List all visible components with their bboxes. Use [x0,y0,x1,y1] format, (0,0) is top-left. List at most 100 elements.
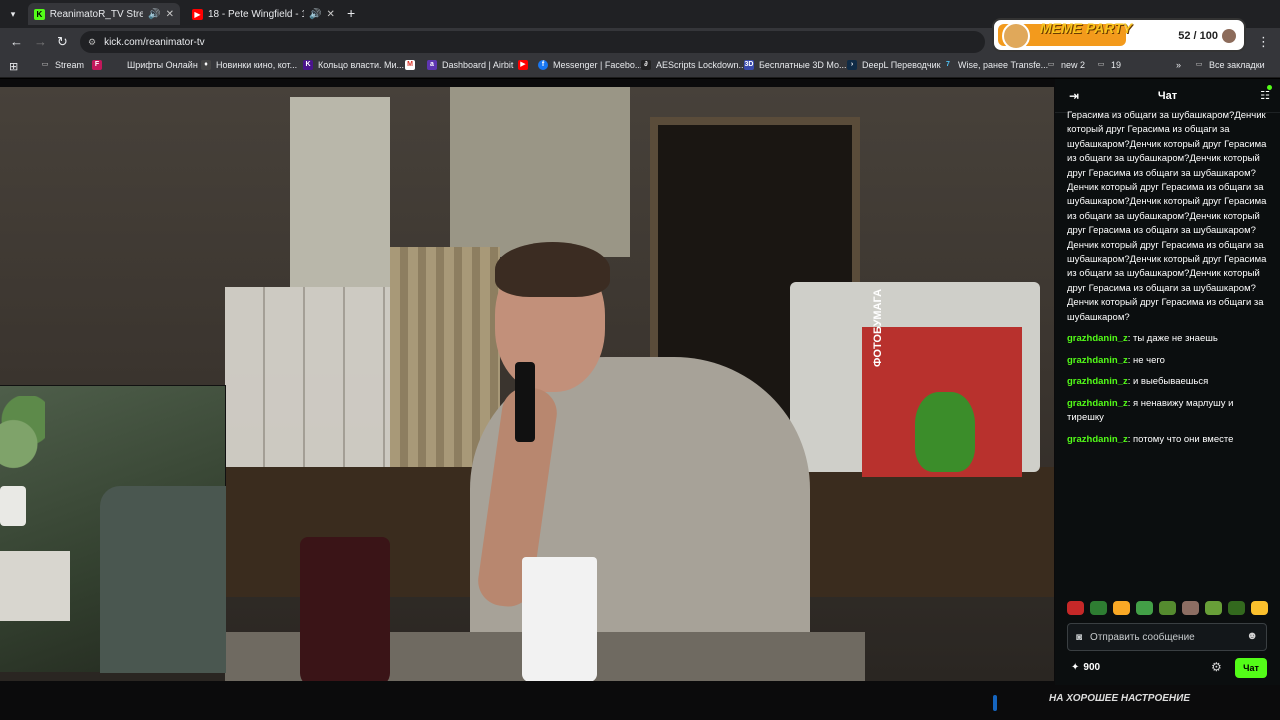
bookmark-label: Stream [55,60,85,70]
bookmark-label: Шрифты Онлайн [127,60,198,70]
bookmarks-bar: ⊞ ▭ Stream F Шрифты Онлайн ♦ Новинки кино,… [0,56,1280,78]
stream-video-player[interactable]: ФОТОБУМАГА [0,87,1054,681]
tab-title: ReanimatoR_TV Stream - W [49,8,144,20]
chat-username[interactable]: grazhdanin_z [1067,398,1128,409]
forward-arrow-icon[interactable]: → [34,34,47,50]
tab-youtube[interactable]: ▶ 18 - Pete Wingfield - 18 W 🔊 ✕ [186,3,342,25]
youtube-icon: ▶ [518,60,528,70]
pip-couch [100,486,226,673]
bookmark-folder-new2[interactable]: ▭ new 2 [1046,60,1085,70]
site-info-icon[interactable]: ⚙ [88,37,96,48]
bookmark-messenger[interactable]: f Messenger | Facebo... [538,60,642,70]
bookmark-label: Бесплатные 3D Мо... [759,60,847,70]
emote-icon[interactable] [1159,601,1176,615]
close-tab-icon[interactable]: ✕ [166,9,174,20]
points-icon: ✦ [1071,662,1080,673]
reload-icon[interactable]: ↻ [57,34,68,50]
chat-message-text: не чего [1132,354,1165,366]
bookmark-all-bookmarks[interactable]: ▭ Все закладки [1194,60,1265,70]
emoji-picker-icon[interactable]: ☻ [1246,630,1258,642]
browser-menu-icon[interactable]: ⋮ [1257,34,1270,50]
video-cabinet [290,97,390,287]
tab-kick-stream[interactable]: K ReanimatoR_TV Stream - W 🔊 ✕ [28,3,180,25]
emote-icon[interactable] [1228,601,1245,615]
apps-grid-icon[interactable]: ⊞ [9,60,18,73]
bookmark-label: Все закладки [1209,60,1265,70]
new-tab-button[interactable]: + [347,5,355,21]
folder-icon: ▭ [1097,61,1105,68]
chat-message-text: ты даже не знаешь [1132,333,1218,345]
bookmark-3d-models[interactable]: 3D Бесплатные 3D Мо... [744,60,847,70]
bookmark-movies[interactable]: ♦ Новинки кино, кот... [201,60,297,70]
close-tab-icon[interactable]: ✕ [326,9,334,20]
chat-users-icon[interactable]: ☷ [1260,89,1270,102]
back-arrow-icon[interactable]: ← [10,34,23,50]
chat-message: grazhdanin_z: я ненавижу марлушу и тиреш… [1067,397,1234,424]
folder-icon: ▭ [1195,61,1203,68]
stream-bottom-banner: НА ХОРОШЕЕ НАСТРОЕНИЕ [0,685,1280,720]
chat-message: grazhdanin_z: потому что они вместе [1067,433,1234,445]
bookmark-airbit[interactable]: a Dashboard | Airbit [427,60,513,70]
chat-settings-gear-icon[interactable]: ⚙ [1211,660,1222,674]
bookmark-fonts-online[interactable]: Шрифты Онлайн [127,60,198,70]
emote-icon[interactable] [1182,601,1199,615]
url-text: kick.com/reanimator-tv [104,36,205,48]
online-indicator [1267,85,1272,90]
fonts-favicon-icon: F [92,60,102,70]
bookmark-aescripts[interactable]: ∂ AEScripts Lockdown... [641,60,746,70]
kick-favicon-icon: K [34,8,45,20]
chat-panel: ⇥ Чат ☷ Герасима из общаги за шубашкаром… [1055,79,1280,685]
chat-username[interactable]: grazhdanin_z [1067,434,1128,445]
send-chat-button[interactable]: Чат [1235,658,1267,678]
chat-username[interactable]: grazhdanin_z [1067,376,1128,387]
tab-title: 18 - Pete Wingfield - 18 W [208,8,304,20]
picture-in-picture-overlay [0,385,226,673]
emote-icon[interactable] [1090,601,1107,615]
bookmark-wise[interactable]: 7 Wise, ранее Transfe... [943,60,1048,70]
bookmark-youtube[interactable]: ▶ [518,60,528,70]
video-person-hair [495,242,610,297]
bookmark-deepl[interactable]: › DeepL Переводчик [847,60,941,70]
bookmark-gmail[interactable]: M [405,60,415,70]
emote-bar [1067,601,1277,617]
emote-icon[interactable] [1067,601,1084,615]
bookmark-label: 19 [1111,60,1122,70]
banner-accent-bar [993,695,997,711]
speaker-icon[interactable]: 🔊 [309,9,321,20]
movie-favicon-icon: ♦ [201,60,211,70]
more-bookmarks-chevron-icon[interactable]: » [1176,60,1181,70]
video-parrot [915,392,975,472]
emote-icon[interactable] [1113,601,1130,615]
points-value: 900 [1083,662,1101,673]
channel-points[interactable]: ✦ 900 [1071,662,1100,673]
bookmark-label: Dashboard | Airbit [442,60,514,70]
bookmark-label: new 2 [1061,60,1086,70]
chat-message-text: потому что они вместе [1132,433,1234,445]
kinopoisk-favicon-icon: K [303,60,313,70]
shield-icon[interactable]: ◙ [1076,632,1082,643]
aescripts-favicon-icon: ∂ [641,60,651,70]
bookmark-label: Новинки кино, кот... [216,60,298,70]
emote-icon[interactable] [1251,601,1268,615]
collapse-chat-icon[interactable]: ⇥ [1069,89,1079,103]
address-bar[interactable]: ⚙ kick.com/reanimator-tv [80,31,985,53]
chat-message-input[interactable]: ◙ Отправить сообщение ☻ [1067,623,1267,651]
bookmark-stream[interactable]: ▭ Stream [40,60,84,70]
folder-icon: ▭ [1047,61,1055,68]
bookmark-rings-of-power[interactable]: K Кольцо власти. Ми... [303,60,404,70]
meme-party-widget[interactable]: MEME PARTY 52 / 100 [992,18,1246,52]
emote-icon[interactable] [1136,601,1153,615]
meme-party-logo: MEME PARTY [1040,20,1133,36]
chat-message: grazhdanin_z: ты даже не знаешь [1067,333,1218,345]
emote-icon[interactable] [1205,601,1222,615]
video-cabinet [450,87,630,257]
youtube-favicon-icon: ▶ [192,8,203,20]
chat-messages[interactable]: Герасима из общаги за шубашкаром?Денчик … [1067,109,1272,579]
speaker-icon[interactable]: 🔊 [148,9,160,20]
tab-search-button[interactable]: ▾ [4,5,22,23]
coin-icon [1222,29,1236,43]
chat-username[interactable]: grazhdanin_z [1067,355,1128,366]
bookmark-folder-19[interactable]: ▭ 19 [1096,60,1121,70]
bookmark-fonts[interactable]: F [92,60,102,70]
chat-username[interactable]: grazhdanin_z [1067,333,1128,344]
